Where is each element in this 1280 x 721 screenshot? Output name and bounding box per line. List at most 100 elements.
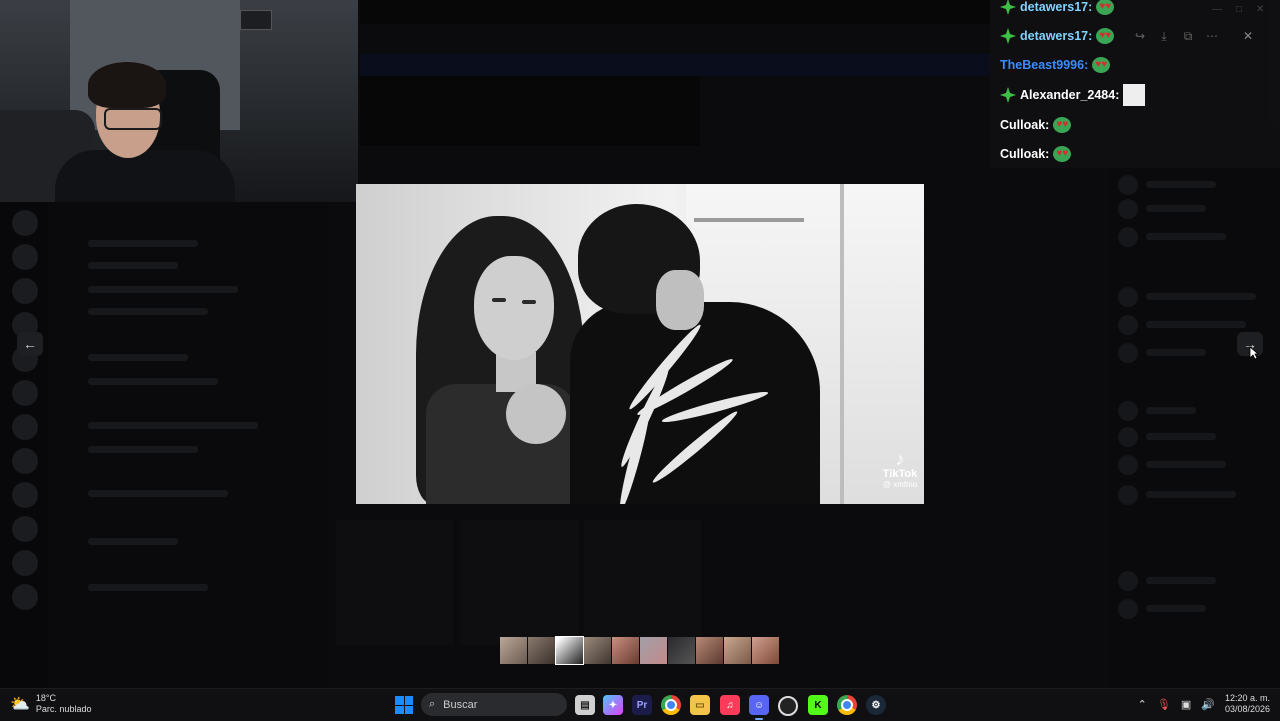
kick-icon[interactable]: K <box>808 695 828 715</box>
folder-icon[interactable]: ▭ <box>690 695 710 715</box>
heart-eyes-emote-icon: ♥♥ <box>1092 57 1111 73</box>
tiktok-logo-icon: ♪ <box>895 449 905 469</box>
thumbnail[interactable] <box>612 637 639 664</box>
server-icon <box>12 584 38 610</box>
background-tile <box>336 520 454 645</box>
copilot-icon[interactable]: ✦ <box>603 695 623 715</box>
chat-username: Alexander_2484: <box>1020 88 1120 102</box>
woman-face <box>474 256 554 360</box>
chevron-up-icon[interactable]: ⌃ <box>1138 698 1147 711</box>
server-icon <box>12 210 38 236</box>
chat-message: TheBeast9996: ♥♥ <box>1000 54 1111 76</box>
download-icon[interactable]: ⤓ <box>1156 28 1172 44</box>
background-server-list <box>0 200 48 688</box>
server-icon <box>12 380 38 406</box>
chat-username: Culloak: <box>1000 118 1050 132</box>
weather-description: Parc. nublado <box>35 704 92 714</box>
thumbnail[interactable] <box>696 637 723 664</box>
chrome-icon[interactable] <box>661 695 681 715</box>
server-icon <box>12 482 38 508</box>
webcam-person-hair <box>88 62 166 108</box>
thumbnail[interactable] <box>584 637 611 664</box>
crown-badge-icon <box>1000 87 1016 103</box>
thumbnail[interactable] <box>528 637 555 664</box>
viewer-toolbar: ↪ ⤓ ⧉ ⋯ ✕ <box>1132 28 1256 44</box>
open-external-icon[interactable]: ⧉ <box>1180 28 1196 44</box>
background-player <box>360 76 700 146</box>
crown-badge-icon <box>1000 0 1016 15</box>
server-icon <box>12 448 38 474</box>
partly-cloudy-icon: ⛅ <box>10 696 30 713</box>
thumbnail[interactable] <box>640 637 667 664</box>
thumbnail-strip <box>500 636 779 665</box>
chat-username: Culloak: <box>1000 147 1050 161</box>
background-title-bar <box>360 0 990 24</box>
door-edge <box>840 184 844 504</box>
media-image[interactable]: ♪ TikTok @ xmfmo <box>356 184 924 504</box>
search-placeholder: Buscar <box>443 698 478 711</box>
music-icon[interactable]: ♫ <box>720 695 740 715</box>
windows-taskbar: ⛅ 18°C Parc. nublado ⌕ Buscar ▤ ✦ Pr ▭ ♫… <box>0 688 1280 721</box>
window-controls: — □ ✕ <box>1212 4 1264 15</box>
forward-icon[interactable]: ↪ <box>1132 28 1148 44</box>
server-icon <box>12 278 38 304</box>
chat-username: detawers17: <box>1020 29 1093 43</box>
system-tray: ⌃ 🎙 ▣ 🔊 12:20 a. m. 03/08/2026 <box>1138 693 1270 715</box>
file-explorer-icon[interactable]: ▤ <box>575 695 595 715</box>
clock-date: 03/08/2026 <box>1224 704 1270 714</box>
thumbnail[interactable] <box>500 637 527 664</box>
thumbnail[interactable] <box>724 637 751 664</box>
chat-message: Culloak: ♥♥ <box>1000 114 1072 136</box>
woman-shoulder <box>506 384 566 444</box>
close-window-icon[interactable]: ✕ <box>1256 4 1264 15</box>
weather-widget[interactable]: ⛅ 18°C Parc. nublado <box>10 693 91 715</box>
heart-eyes-emote-icon: ♥♥ <box>1096 28 1115 44</box>
chat-message: detawers17: ♥♥ <box>1000 0 1115 18</box>
tiktok-brand: TikTok <box>882 468 918 480</box>
webcam-frame <box>240 10 272 30</box>
premiere-icon[interactable]: Pr <box>632 695 652 715</box>
man-hoodie <box>570 302 820 504</box>
windows-start-icon[interactable] <box>395 696 413 714</box>
closet-rail <box>694 218 804 222</box>
taskbar-search[interactable]: ⌕ Buscar <box>421 693 567 716</box>
more-options-icon[interactable]: ⋯ <box>1204 28 1220 44</box>
chat-message: Culloak: ♥♥ <box>1000 143 1072 165</box>
heart-eyes-emote-icon: ♥♥ <box>1053 146 1072 162</box>
search-icon: ⌕ <box>429 698 436 710</box>
obs-icon[interactable] <box>778 696 798 716</box>
background-member-list <box>1110 165 1280 688</box>
chat-message: Alexander_2484: <box>1000 84 1146 106</box>
weather-temperature: 18°C <box>35 693 57 703</box>
network-icon[interactable]: ▣ <box>1181 698 1191 711</box>
previous-button[interactable]: ← <box>17 332 43 356</box>
thumbnail[interactable] <box>668 637 695 664</box>
clock[interactable]: 12:20 a. m. 03/08/2026 <box>1225 693 1270 715</box>
chat-message: detawers17: ♥♥ <box>1000 25 1115 47</box>
arrow-left-icon: ← <box>23 336 37 352</box>
webcam-person-body <box>55 150 235 202</box>
man-hand <box>656 270 704 330</box>
server-icon <box>12 414 38 440</box>
discord-icon[interactable]: ☺ <box>749 695 769 715</box>
heart-eyes-emote-icon: ♥♥ <box>1096 0 1115 15</box>
volume-icon[interactable]: 🔊 <box>1201 698 1215 711</box>
server-icon <box>12 244 38 270</box>
chrome-profile-icon[interactable] <box>837 695 857 715</box>
close-viewer-icon[interactable]: ✕ <box>1240 28 1256 44</box>
tiktok-watermark: ♪ TikTok @ xmfmo <box>880 450 920 489</box>
thumbnail-active[interactable] <box>555 636 584 665</box>
background-channel-list <box>48 200 328 688</box>
minimize-icon[interactable]: — <box>1212 4 1222 15</box>
chat-username: TheBeast9996: <box>1000 58 1089 72</box>
maximize-icon[interactable]: □ <box>1236 4 1242 15</box>
webcam-feed <box>0 0 358 202</box>
steam-icon[interactable]: ⚙ <box>866 695 886 715</box>
image-emote-icon <box>1123 84 1146 106</box>
microphone-icon[interactable]: 🎙 <box>1157 698 1171 711</box>
webcam-glasses <box>104 108 162 130</box>
chat-overlay: detawers17: ♥♥ detawers17: ♥♥ TheBeast99… <box>990 0 1280 168</box>
server-icon <box>12 550 38 576</box>
heart-eyes-emote-icon: ♥♥ <box>1053 117 1072 133</box>
thumbnail[interactable] <box>752 637 779 664</box>
